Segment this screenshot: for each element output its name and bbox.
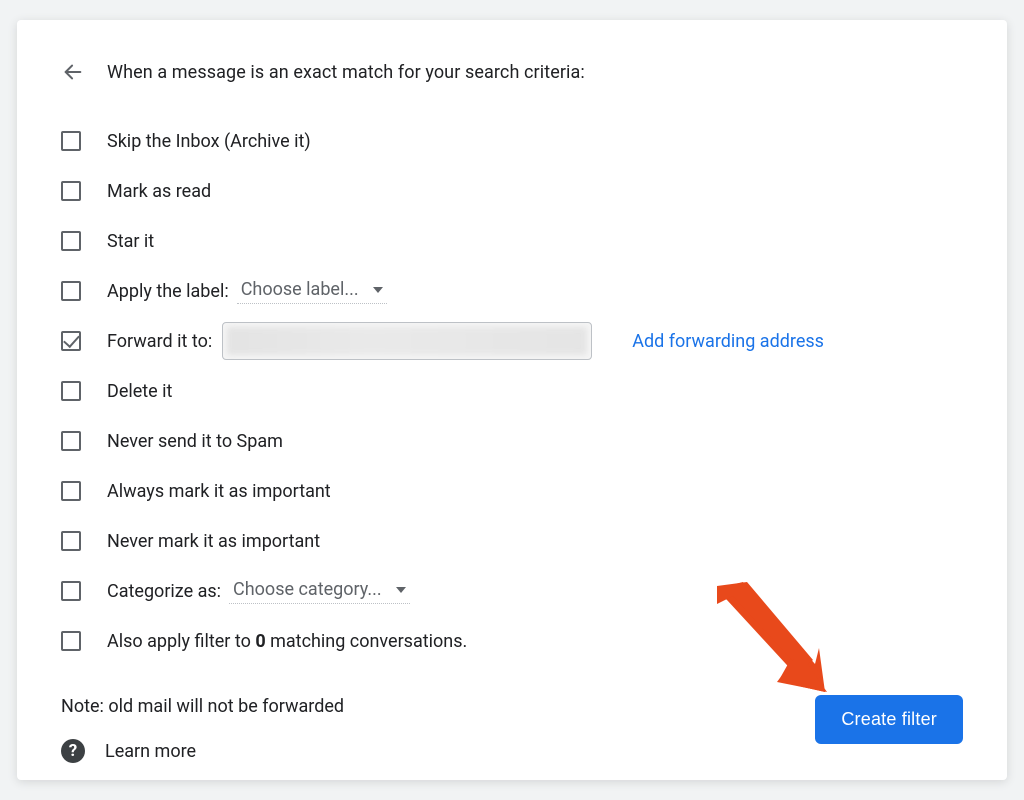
label-never-important: Never mark it as important [107,531,320,552]
option-categorize: Categorize as: Choose category... [61,566,963,616]
caret-down-icon [396,585,406,595]
label-categorize: Categorize as: [107,581,221,602]
create-filter-button[interactable]: Create filter [815,695,963,744]
back-button[interactable] [61,60,85,84]
redacted-content [227,327,587,355]
select-category-text: Choose category... [233,579,382,600]
caret-down-icon [373,285,383,295]
checkbox-skip-inbox[interactable] [61,131,81,151]
option-never-spam: Never send it to Spam [61,416,963,466]
option-mark-read: Mark as read [61,166,963,216]
also-apply-suffix: matching conversations. [266,631,468,652]
add-forwarding-address-link[interactable]: Add forwarding address [632,331,824,352]
checkbox-also-apply[interactable] [61,631,81,651]
label-also-apply: Also apply filter to 0 matching conversa… [107,631,467,652]
label-never-spam: Never send it to Spam [107,431,283,452]
option-forward: Forward it to: Add forwarding address [61,316,963,366]
checkbox-never-spam[interactable] [61,431,81,451]
dialog-title: When a message is an exact match for you… [107,62,585,83]
help-icon[interactable]: ? [61,739,85,763]
option-also-apply: Also apply filter to 0 matching conversa… [61,616,963,666]
option-always-important: Always mark it as important [61,466,963,516]
select-label-text: Choose label... [241,279,359,300]
forward-address-select[interactable] [222,322,592,360]
option-skip-inbox: Skip the Inbox (Archive it) [61,116,963,166]
dialog-header: When a message is an exact match for you… [61,60,963,84]
label-always-important: Always mark it as important [107,481,331,502]
filter-dialog: When a message is an exact match for you… [17,20,1007,780]
label-apply-label: Apply the label: [107,281,229,302]
checkbox-delete[interactable] [61,381,81,401]
checkbox-forward[interactable] [61,331,81,351]
option-delete: Delete it [61,366,963,416]
checkbox-star[interactable] [61,231,81,251]
checkbox-always-important[interactable] [61,481,81,501]
checkbox-apply-label[interactable] [61,281,81,301]
checkbox-categorize[interactable] [61,581,81,601]
select-category[interactable]: Choose category... [229,578,410,604]
match-count: 0 [255,631,265,652]
option-star: Star it [61,216,963,266]
select-label[interactable]: Choose label... [237,278,387,304]
option-never-important: Never mark it as important [61,516,963,566]
learn-more-link[interactable]: Learn more [105,741,196,762]
also-apply-prefix: Also apply filter to [107,631,255,652]
checkbox-never-important[interactable] [61,531,81,551]
arrow-left-icon [62,61,84,83]
label-delete: Delete it [107,381,172,402]
checkbox-mark-read[interactable] [61,181,81,201]
option-apply-label: Apply the label: Choose label... [61,266,963,316]
label-star: Star it [107,231,154,252]
label-mark-read: Mark as read [107,181,211,202]
label-skip-inbox: Skip the Inbox (Archive it) [107,131,311,152]
label-forward: Forward it to: [107,331,212,352]
